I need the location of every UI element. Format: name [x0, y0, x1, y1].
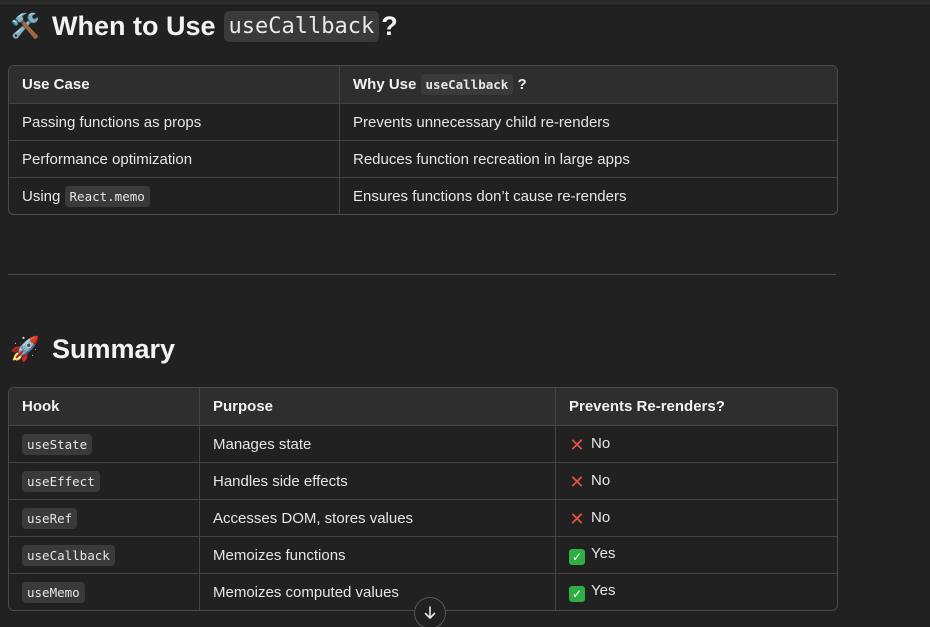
hook-code: useEffect: [22, 470, 100, 492]
check-mark-icon: ✓: [569, 549, 585, 565]
use-case-table: Use Case Why Use useCallback ? Passing f…: [8, 65, 838, 215]
cell-use-case: Passing functions as props: [9, 104, 340, 141]
section-heading-summary: 🚀 Summary: [10, 331, 175, 367]
cell-prevents: ✕ No: [556, 426, 837, 463]
cell-use-case-prefix: Using: [22, 187, 61, 205]
heading-text: When to Use: [52, 10, 216, 41]
hook-code: useRef: [22, 507, 78, 529]
cell-use-case: Using React.memo: [9, 178, 340, 214]
table-row: Using React.memo Ensures functions don’t…: [9, 178, 837, 214]
hammer-wrench-icon: 🛠️: [10, 12, 40, 40]
chat-content: 🛠️ When to Use useCallback ? Use Case Wh…: [0, 0, 930, 627]
summary-table: Hook Purpose Prevents Re-renders? useSta…: [8, 387, 838, 611]
table-header-row: Hook Purpose Prevents Re-renders?: [9, 388, 837, 426]
section-heading-when-to-use: 🛠️ When to Use useCallback ?: [10, 8, 398, 44]
prevents-value: No: [591, 508, 611, 526]
cell-hook: useRef: [9, 500, 200, 537]
cell-why: Prevents unnecessary child re-renders: [340, 104, 837, 141]
heading-text: Summary: [52, 333, 176, 364]
hook-code: useState: [22, 433, 93, 455]
cross-mark-icon: ✕: [569, 508, 585, 529]
prevents-value: Yes: [591, 545, 616, 562]
cell-use-case-code: React.memo: [64, 185, 150, 207]
header-why-use: Why Use useCallback ?: [340, 66, 837, 104]
cell-prevents: ✓ Yes: [556, 537, 837, 574]
header-why-text: Why Use: [353, 76, 417, 93]
table-row: Passing functions as props Prevents unne…: [9, 104, 837, 141]
table-header-row: Use Case Why Use useCallback ?: [9, 66, 837, 104]
cross-mark-icon: ✕: [569, 434, 585, 455]
cell-hook: useEffect: [9, 463, 200, 500]
header-use-case: Use Case: [9, 66, 340, 104]
cross-mark-icon: ✕: [569, 471, 585, 492]
header-purpose: Purpose: [200, 388, 556, 426]
cell-use-case: Performance optimization: [9, 141, 340, 178]
header-why-suffix: ?: [517, 76, 527, 93]
scroll-to-bottom-button[interactable]: [414, 597, 446, 627]
cell-hook: useState: [9, 426, 200, 463]
prevents-value: No: [591, 471, 611, 489]
prevents-value: Yes: [591, 582, 616, 599]
cell-hook: useMemo: [9, 574, 200, 610]
heading-suffix: ?: [381, 10, 398, 41]
hook-code: useMemo: [22, 581, 85, 603]
cell-prevents: ✕ No: [556, 463, 837, 500]
check-mark-icon: ✓: [569, 586, 585, 602]
cell-purpose: Manages state: [200, 426, 556, 463]
cell-why: Ensures functions don’t cause re-renders: [353, 187, 627, 205]
table-row: useEffect Handles side effects ✕ No: [9, 463, 837, 500]
hook-code: useCallback: [22, 544, 115, 566]
prevents-value: No: [591, 434, 611, 452]
header-why-code: useCallback: [420, 74, 514, 95]
cell-hook: useCallback: [9, 537, 200, 574]
table-row: useRef Accesses DOM, stores values ✕ No: [9, 500, 837, 537]
cell-purpose: Memoizes functions: [200, 537, 556, 574]
top-border: [0, 0, 930, 4]
table-row: useState Manages state ✕ No: [9, 426, 837, 463]
table-row: Performance optimization Reduces functio…: [9, 141, 837, 178]
header-hook: Hook: [9, 388, 200, 426]
table-row: useCallback Memoizes functions ✓ Yes: [9, 537, 837, 574]
cell-purpose: Handles side effects: [200, 463, 556, 500]
arrow-down-icon: [424, 606, 436, 619]
cell-why: Reduces function recreation in large app…: [340, 141, 837, 178]
cell-purpose: Memoizes computed values: [200, 574, 556, 610]
heading-code: useCallback: [223, 10, 380, 42]
rocket-icon: 🚀: [10, 335, 40, 363]
cell-prevents: ✕ No: [556, 500, 837, 537]
horizontal-rule: [8, 274, 836, 275]
cell-purpose: Accesses DOM, stores values: [200, 500, 556, 537]
cell-prevents: ✓ Yes: [556, 574, 837, 610]
header-prevents: Prevents Re-renders?: [556, 388, 837, 426]
